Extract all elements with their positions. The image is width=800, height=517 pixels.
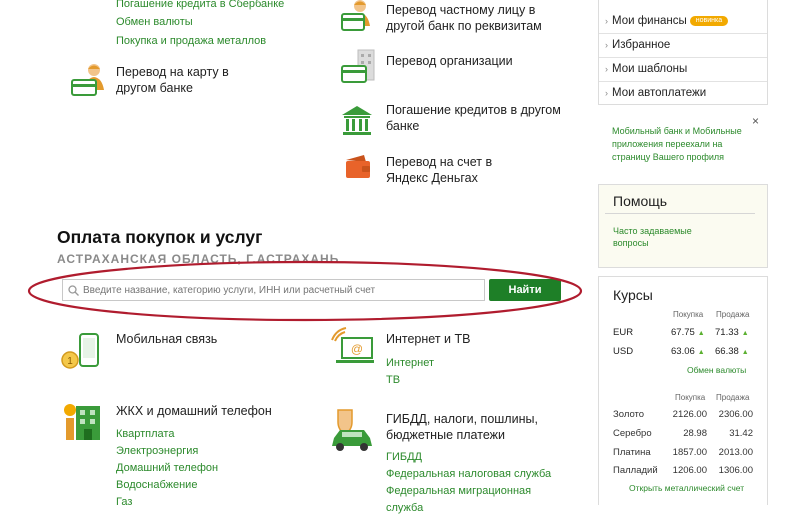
card-transfer-icon — [71, 64, 104, 96]
currency-sell: 71.33 — [715, 327, 739, 338]
close-icon[interactable]: × — [752, 114, 759, 128]
menu-favorites[interactable]: › Избранное — [599, 34, 767, 58]
transfer-card-other-bank[interactable]: Перевод на карту в другом банке — [116, 64, 236, 96]
arrow-up-icon: ▲ — [697, 330, 705, 337]
metal-name: Палладий — [613, 465, 658, 476]
link-currency-exchange[interactable]: Обмен валюты — [116, 14, 193, 31]
link-gibdd[interactable]: ГИБДД — [386, 449, 422, 466]
metal-sell-header: Продажа — [716, 393, 750, 402]
metal-sell: 2013.00 — [718, 447, 753, 458]
metal-sell: 1306.00 — [718, 465, 753, 476]
link-rent[interactable]: Квартплата — [116, 426, 174, 443]
payments-title: Оплата покупок и услуг — [57, 227, 263, 247]
rates-sell-header: Продажа — [716, 310, 750, 319]
mobile-phone-icon: 1 — [61, 333, 99, 369]
rates-buy-header: Покупка — [673, 310, 704, 319]
metal-buy-header: Покупка — [675, 393, 706, 402]
currency-code: EUR — [613, 327, 634, 338]
bank-building-icon — [342, 106, 372, 135]
menu-my-templates[interactable]: › Мои шаблоны — [599, 58, 767, 82]
exchange-link[interactable]: Обмен валюты — [687, 365, 746, 375]
category-mobile[interactable]: Мобильная связь — [116, 331, 217, 347]
transfer-private-person[interactable]: Перевод частному лицу в другой банк по р… — [386, 2, 556, 34]
help-title: Помощь — [613, 193, 668, 209]
currency-code: USD — [613, 346, 634, 357]
metal-buy: 2126.00 — [672, 409, 707, 420]
metal-buy: 1206.00 — [672, 465, 707, 476]
rates-box: Курсы Покупка Продажа EUR 67.75 ▲ 71.33 ▲ … — [598, 276, 768, 505]
help-box: Помощь Часто задаваемые вопросы — [598, 184, 768, 268]
metal-buy: 28.98 — [683, 428, 707, 439]
link-buy-sell-metals[interactable]: Покупка и продажа металлов — [116, 33, 266, 50]
metal-name: Серебро — [613, 428, 652, 439]
link-water-supply[interactable]: Водоснабжение — [116, 477, 197, 494]
link-tv[interactable]: ТВ — [386, 372, 400, 389]
annotation-ellipse — [27, 260, 583, 322]
currency-buy: 67.75 — [671, 327, 695, 338]
svg-text:1: 1 — [67, 356, 73, 367]
yandex-wallet-icon — [346, 155, 370, 178]
category-internet-tv[interactable]: Интернет и ТВ — [386, 331, 470, 347]
new-badge: новинка — [689, 15, 729, 26]
category-housing[interactable]: ЖКХ и домашний телефон — [116, 403, 272, 419]
internet-tv-icon: @ — [331, 327, 374, 363]
link-repay-sberbank-credit[interactable]: Погашение кредита в Сбербанке — [116, 0, 284, 13]
metal-account-link[interactable]: Открыть металлический счет — [629, 483, 744, 493]
arrow-up-icon: ▲ — [741, 330, 749, 337]
menu-my-autopayments[interactable]: › Мои автоплатежи — [599, 82, 767, 105]
arrow-right-icon: › — [605, 16, 608, 26]
organization-transfer-icon — [341, 49, 375, 83]
metal-name: Платина — [613, 447, 651, 458]
notice-box: Мобильный банк и Мобильные приложения пе… — [598, 112, 766, 172]
arrow-right-icon: › — [605, 64, 608, 74]
menu-my-finances[interactable]: › Мои финансы новинка — [599, 10, 767, 34]
notice-text: Мобильный банк и Мобильные приложения пе… — [612, 126, 742, 162]
transfer-yandex-money[interactable]: Перевод на счет в Яндекс Деньгах — [386, 154, 516, 186]
sidebar-menu: › Мои финансы новинка › Избранное › Мои шабл… — [598, 0, 768, 105]
divider — [605, 213, 755, 214]
link-home-phone[interactable]: Домашний телефон — [116, 460, 218, 477]
link-migration-service[interactable]: Федеральная миграционная служба — [386, 483, 546, 517]
metal-name: Золото — [613, 409, 645, 420]
link-gas[interactable]: Газ — [116, 494, 132, 511]
faq-link[interactable]: Часто задаваемые вопросы — [613, 225, 713, 249]
rates-title: Курсы — [613, 287, 653, 303]
currency-sell: 66.38 — [715, 346, 739, 357]
link-tax-service[interactable]: Федеральная налоговая служба — [386, 466, 551, 483]
metal-buy: 1857.00 — [672, 447, 707, 458]
link-internet[interactable]: Интернет — [386, 355, 434, 372]
housing-building-icon — [64, 404, 100, 440]
arrow-right-icon: › — [605, 40, 608, 50]
arrow-right-icon: › — [605, 88, 608, 98]
police-car-icon — [332, 409, 372, 451]
arrow-up-icon: ▲ — [697, 349, 705, 356]
metal-sell: 31.42 — [729, 428, 753, 439]
private-transfer-icon — [341, 0, 370, 31]
currency-buy: 63.06 — [671, 346, 695, 357]
repay-credit-other-bank[interactable]: Погашение кредитов в другом банке — [386, 102, 561, 134]
svg-text:@: @ — [351, 342, 363, 356]
arrow-up-icon: ▲ — [741, 349, 749, 356]
transfer-organization[interactable]: Перевод организации — [386, 53, 513, 69]
category-gibdd[interactable]: ГИБДД, налоги, пошлины, бюджетные платеж… — [386, 411, 561, 443]
metal-sell: 2306.00 — [718, 409, 753, 420]
link-electricity[interactable]: Электроэнергия — [116, 443, 198, 460]
